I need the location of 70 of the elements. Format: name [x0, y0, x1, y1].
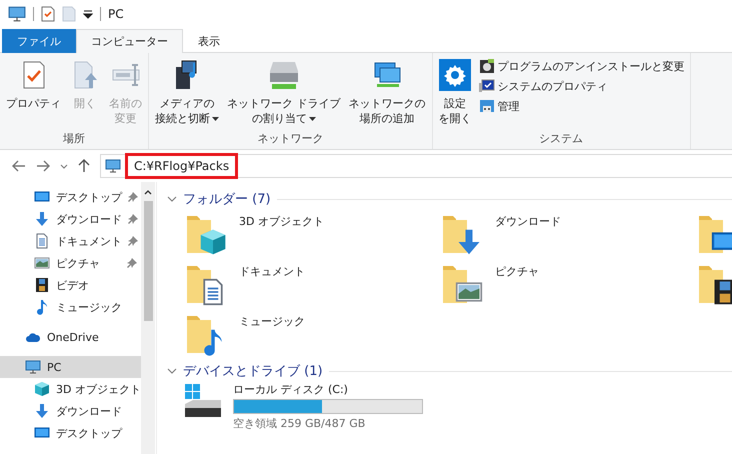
drive-name[interactable]: ローカル ディスク (C:)	[233, 382, 423, 397]
music-note-icon	[34, 299, 50, 315]
scrollbar-thumb[interactable]	[144, 201, 152, 321]
nav-item[interactable]: ダウンロード	[0, 400, 141, 422]
ribbon-button[interactable]: ネットワーク ドライブ の割り当て	[224, 57, 344, 128]
forward-arrow-icon[interactable]	[36, 160, 50, 172]
pin-icon[interactable]	[128, 214, 138, 224]
pin-icon[interactable]	[128, 236, 138, 246]
picture-icon	[34, 255, 50, 271]
download-arrow-icon	[34, 211, 50, 227]
settings-icon	[439, 59, 471, 91]
nav-item[interactable]: ミュージック	[0, 296, 141, 318]
document-icon	[34, 233, 50, 249]
monitor-icon	[105, 158, 121, 174]
free-space-text: 空き領域 259 GB/487 GB	[233, 416, 366, 431]
ribbon-tab[interactable]: 表示	[183, 29, 235, 53]
nav-item[interactable]: OneDrive	[0, 326, 141, 348]
cube-icon	[34, 381, 50, 397]
pc-icon[interactable]	[8, 5, 26, 23]
nav-item[interactable]: PC	[0, 356, 141, 378]
address-field[interactable]: C:¥RFlog¥Packs	[100, 154, 732, 178]
ribbon-tab[interactable]: コンピューター	[76, 29, 183, 53]
scroll-up-icon[interactable]	[144, 190, 152, 195]
folder-name[interactable]: ドキュメント	[239, 260, 305, 279]
group-label: 場所	[62, 131, 86, 147]
ribbon-button[interactable]: 設定 を開く	[436, 57, 474, 128]
network-drive-icon	[268, 59, 300, 91]
pin-icon[interactable]	[128, 192, 138, 202]
up-arrow-icon[interactable]	[78, 159, 90, 173]
download-arrow-icon	[34, 403, 50, 419]
nav-item[interactable]: デスクトップ	[0, 422, 141, 444]
nav-item[interactable]: デスクトップ	[0, 186, 141, 208]
folder-name[interactable]: 3D オブジェクト	[239, 210, 324, 229]
nav-item[interactable]: ピクチャ	[0, 252, 141, 274]
recent-caret-icon[interactable]	[60, 164, 68, 168]
ribbon-button[interactable]: システムのプロパティ	[476, 77, 686, 95]
nav-item[interactable]: ビデオ	[0, 274, 141, 296]
ribbon-button[interactable]: ネットワークの 場所の追加	[346, 57, 428, 128]
back-arrow-icon[interactable]	[12, 160, 26, 172]
folder-name[interactable]: ミュージック	[239, 310, 305, 329]
customize-caret-icon[interactable]	[83, 9, 93, 19]
monitor-icon	[25, 359, 41, 375]
pin-icon[interactable]	[127, 258, 137, 268]
nav-item[interactable]: ダウンロード	[0, 208, 141, 230]
disc-box-icon	[478, 58, 494, 74]
group-label: ネットワーク	[256, 131, 324, 147]
film-icon	[34, 277, 50, 293]
scrollbar[interactable]	[141, 182, 155, 454]
window-title: PC	[108, 7, 124, 21]
section-heading[interactable]: デバイスとドライブ (1)	[183, 362, 323, 380]
chevron-down-icon[interactable]	[167, 194, 177, 204]
group-label: システム	[538, 131, 584, 147]
ribbon-tab[interactable]: ファイル	[2, 29, 76, 53]
folder-name[interactable]: ピクチャ	[495, 260, 539, 279]
computer-manage-icon	[478, 98, 494, 114]
monitor-check-icon	[478, 78, 494, 94]
nav-item[interactable]: 3D オブジェクト	[0, 378, 141, 400]
caret-icon	[212, 116, 219, 120]
ribbon-button[interactable]: プロパティ	[3, 57, 64, 113]
nav-item[interactable]: ドキュメント	[0, 230, 141, 252]
drive-icon[interactable]	[183, 382, 223, 418]
section-heading[interactable]: フォルダー (7)	[183, 190, 271, 208]
address-path: C:¥RFlog¥Packs	[125, 153, 238, 179]
properties-check-icon[interactable]	[41, 6, 55, 22]
folder-name[interactable]: ダウンロード	[495, 210, 561, 229]
ribbon-button[interactable]: 管理	[476, 97, 686, 115]
chevron-down-icon[interactable]	[167, 366, 177, 376]
ribbon-button[interactable]: メディアの 接続と切断	[152, 57, 222, 128]
caret-icon	[308, 116, 316, 120]
ribbon-button[interactable]: プログラムのアンインストールと変更	[476, 57, 686, 75]
